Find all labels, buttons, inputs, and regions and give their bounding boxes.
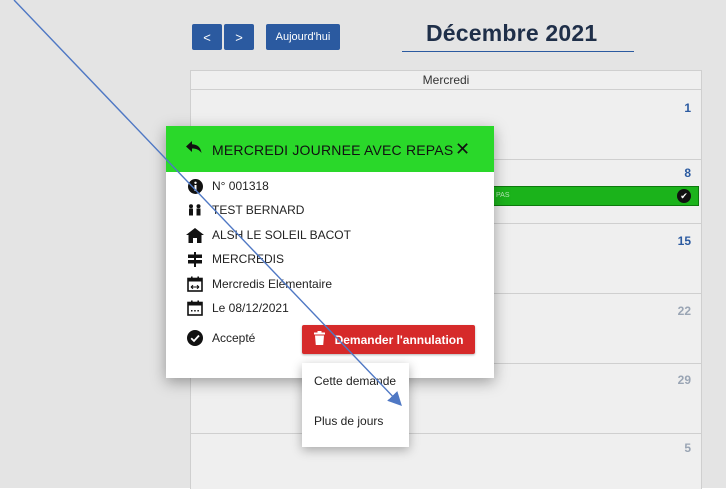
people-icon <box>186 201 204 219</box>
close-icon[interactable]: ✕ <box>455 139 470 160</box>
row-number: N° 001318 <box>186 177 269 195</box>
week-divider <box>191 433 701 434</box>
day-cell-1[interactable]: 1 <box>684 101 691 115</box>
reservation-number: N° 001318 <box>212 179 269 193</box>
check-circle-icon: ✔ <box>677 189 691 203</box>
menu-item-more-days[interactable]: Plus de jours <box>314 412 383 430</box>
check-circle-icon <box>186 329 204 347</box>
chevron-right-icon: > <box>235 29 243 45</box>
info-icon <box>186 177 204 195</box>
day-cell-15[interactable]: 15 <box>678 234 691 248</box>
today-button[interactable]: Aujourd'hui <box>266 24 340 50</box>
reply-arrow-icon[interactable] <box>186 140 202 159</box>
row-activity: MERCREDIS <box>186 250 284 268</box>
person-name: TEST BERNARD <box>212 203 305 217</box>
month-underline <box>402 51 634 52</box>
calendar-range-icon <box>186 275 204 293</box>
day-cell-5[interactable]: 5 <box>684 441 691 455</box>
modal-header: MERCREDI JOURNEE AVEC REPAS ✕ <box>166 126 494 172</box>
signpost-icon <box>186 250 204 268</box>
event-label: PAS <box>496 192 510 199</box>
next-month-button[interactable]: > <box>224 24 254 50</box>
activity-name: MERCREDIS <box>212 252 285 266</box>
calendar-icon <box>186 299 204 317</box>
group-name: Mercredis Elémentaire <box>212 277 333 291</box>
request-cancellation-button[interactable]: Demander l'annulation <box>302 325 475 354</box>
row-group: Mercredis Elémentaire <box>186 275 332 293</box>
chevron-left-icon: < <box>203 29 211 45</box>
cancel-dropdown-menu: Cette demande Plus de jours <box>302 363 409 447</box>
day-cell-22[interactable]: 22 <box>678 304 691 318</box>
row-date: Le 08/12/2021 <box>186 299 289 317</box>
reservation-date: Le 08/12/2021 <box>212 301 289 315</box>
menu-item-this-request[interactable]: Cette demande <box>314 372 396 390</box>
modal-title: MERCREDI JOURNEE AVEC REPAS <box>212 142 454 158</box>
month-title: Décembre 2021 <box>426 20 598 46</box>
center-name: ALSH LE SOLEIL BACOT <box>212 228 351 242</box>
row-person: TEST BERNARD <box>186 201 304 219</box>
row-status: Accepté <box>186 329 255 347</box>
home-icon <box>186 226 204 244</box>
cancel-button-label: Demander l'annulation <box>334 332 464 347</box>
reservation-modal: MERCREDI JOURNEE AVEC REPAS ✕ N° 001318 … <box>166 126 494 378</box>
app-page: < > Aujourd'hui Décembre 2021 Mercredi 1… <box>0 0 726 489</box>
prev-month-button[interactable]: < <box>192 24 222 50</box>
status-badge: Accepté <box>212 331 256 345</box>
column-header-wednesday: Mercredi <box>191 71 701 90</box>
trash-icon <box>313 331 325 348</box>
day-cell-29[interactable]: 29 <box>678 373 691 387</box>
row-center: ALSH LE SOLEIL BACOT <box>186 226 351 244</box>
day-cell-8[interactable]: 8 <box>684 166 691 180</box>
